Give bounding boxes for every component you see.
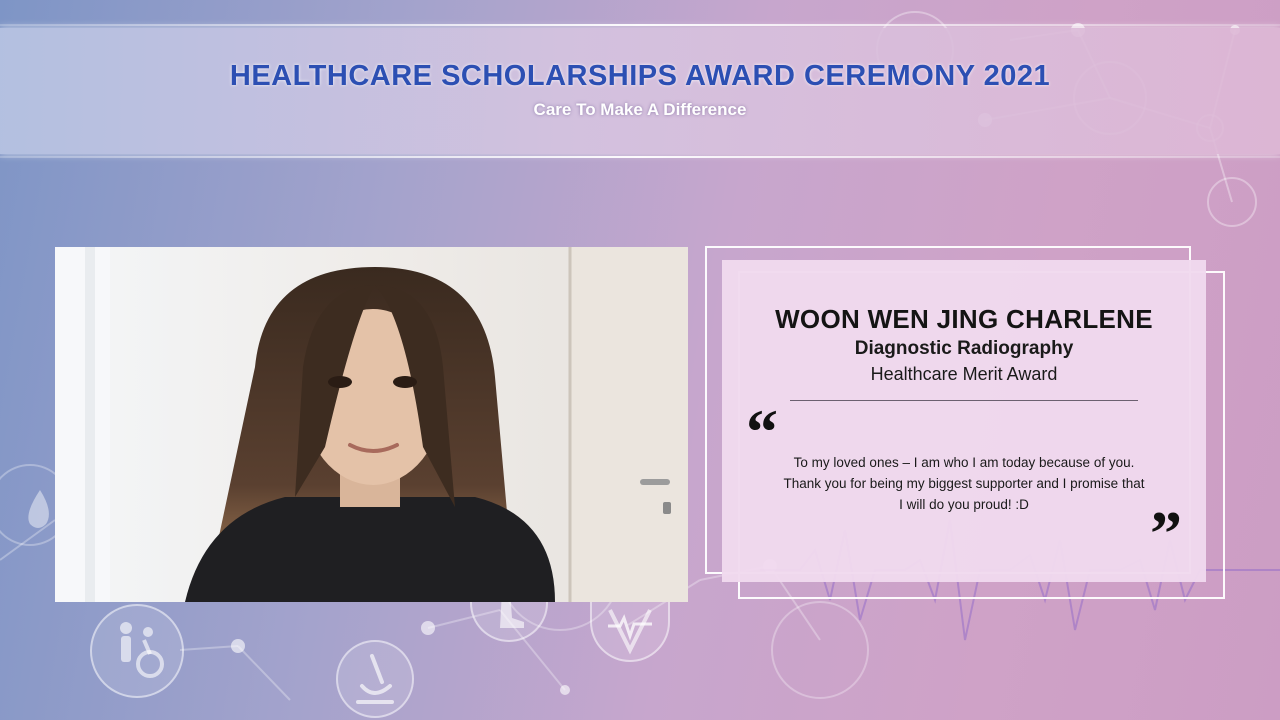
close-quote-icon: ”: [1150, 498, 1182, 569]
event-title: HEALTHCARE SCHOLARSHIPS AWARD CEREMONY 2…: [229, 60, 1051, 92]
open-quote-icon: “: [746, 396, 778, 467]
event-subtitle: Care To Make A Difference: [533, 100, 747, 119]
blood-drop-icon: [10, 470, 54, 540]
awardee-name: WOON WEN JING CHARLENE: [775, 304, 1153, 334]
awardee-award: Healthcare Merit Award: [870, 364, 1058, 384]
video-feed: [55, 247, 688, 602]
wheelchair-icon: [90, 604, 184, 698]
awardee-quote: To my loved ones – I am who I am today b…: [783, 455, 1145, 512]
awardee-course: Diagnostic Radiography: [854, 338, 1074, 359]
divider: [790, 400, 1138, 401]
awardee-card: WOON WEN JING CHARLENE Diagnostic Radiog…: [722, 260, 1206, 582]
heart-ecg-icon: [590, 600, 670, 662]
speaker-video-image: [55, 247, 688, 602]
microscope-icon: [336, 640, 414, 718]
